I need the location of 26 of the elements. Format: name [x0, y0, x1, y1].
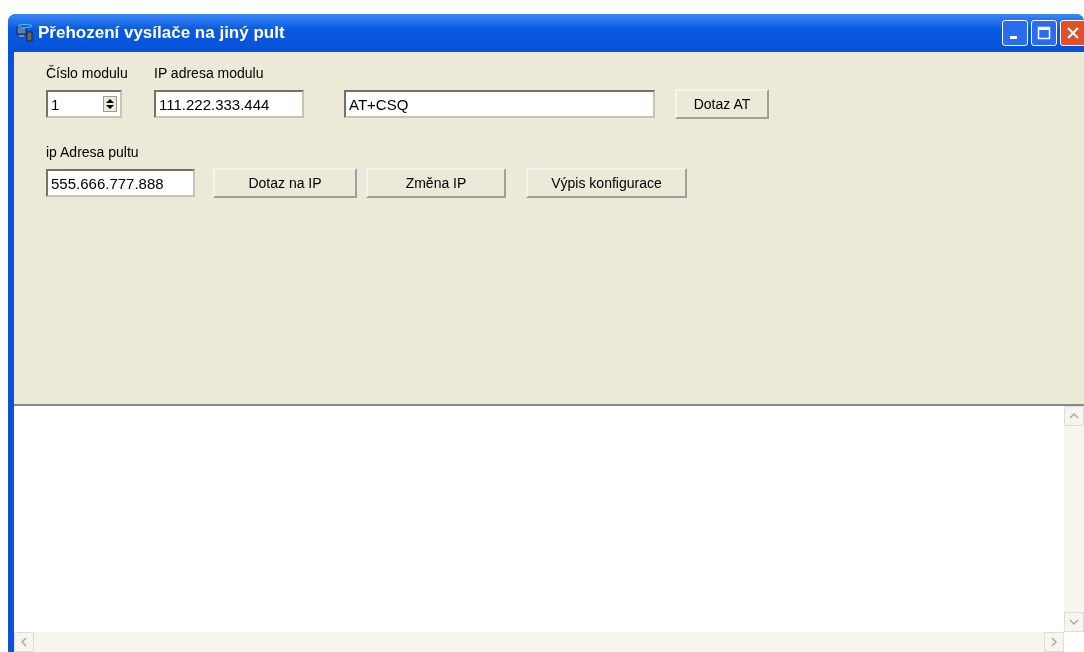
console-ip-field[interactable]: 555.666.777.888 [46, 169, 195, 197]
scroll-right-icon[interactable] [1051, 637, 1057, 647]
close-icon [1066, 26, 1080, 40]
module-number-label: Číslo modulu [46, 65, 129, 81]
window-title: Přehození vysílače na jiný pult [38, 23, 286, 43]
scroll-up-icon[interactable] [1069, 413, 1079, 419]
minimize-icon [1009, 35, 1017, 39]
scroll-down-icon[interactable] [1069, 619, 1079, 625]
vertical-scrollbar[interactable] [1064, 406, 1084, 632]
maximize-button[interactable] [1031, 20, 1057, 46]
action-button[interactable]: Změna IP [366, 168, 506, 198]
action-button[interactable]: Výpis konfigurace [526, 168, 687, 198]
horizontal-scrollbar[interactable] [14, 632, 1064, 652]
scroll-left-icon[interactable] [21, 637, 27, 647]
module-number-spinner[interactable]: 1 [46, 90, 122, 118]
computer-icon [16, 24, 34, 42]
minimize-button[interactable] [1002, 20, 1028, 46]
module-ip-label: IP adresa modulu [154, 65, 264, 81]
console-ip-label: ip Adresa pultu [46, 144, 139, 160]
module-ip-field[interactable]: 111.222.333.444 [154, 90, 304, 118]
close-button[interactable] [1060, 20, 1084, 46]
action-button[interactable]: Dotaz na IP [213, 168, 357, 198]
at-query-button[interactable]: Dotaz AT [675, 89, 769, 119]
maximize-icon [1037, 26, 1051, 40]
at-command-field[interactable]: AT+CSQ [344, 90, 655, 118]
output-text-area[interactable] [14, 404, 1084, 652]
